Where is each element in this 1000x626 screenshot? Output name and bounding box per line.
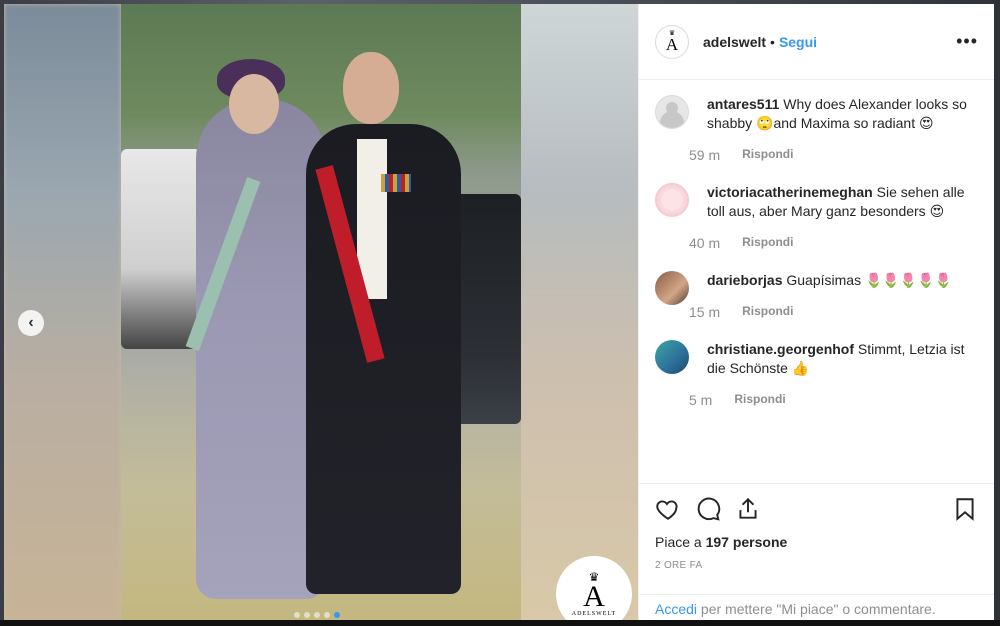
comment-username[interactable]: christiane.georgenhof xyxy=(707,341,854,357)
login-prompt: Accedi per mettere "Mi piace" o commenta… xyxy=(639,594,994,622)
comment-meta: 5 m Rispondi xyxy=(689,392,978,414)
follow-button[interactable]: Segui xyxy=(779,34,817,50)
post-date: 2 ORE FA xyxy=(655,560,703,571)
carousel-dot[interactable] xyxy=(304,612,310,618)
carousel-dots xyxy=(294,612,340,618)
photo-man-head xyxy=(343,52,399,124)
post-media[interactable]: ‹ ♛ A ADELSWELT xyxy=(4,4,638,622)
likes-prefix: Piace a xyxy=(655,534,706,550)
like-button[interactable] xyxy=(655,496,681,522)
comment-item: darieborjas Guapísimas 🌷🌷🌷🌷🌷 15 m Rispon… xyxy=(655,257,978,326)
comment-time[interactable]: 15 m xyxy=(689,304,720,320)
save-button[interactable] xyxy=(952,496,978,522)
post-header: ♛ A adelswelt • Segui ••• xyxy=(639,4,994,80)
comment-button[interactable] xyxy=(695,496,721,522)
comment-avatar[interactable] xyxy=(655,271,689,305)
likes-count[interactable]: Piace a 197 persone xyxy=(655,534,978,550)
carousel-dot[interactable] xyxy=(294,612,300,618)
comment-time[interactable]: 40 m xyxy=(689,235,720,251)
reply-button[interactable]: Rispondi xyxy=(742,304,793,320)
header-separator: • xyxy=(770,33,775,50)
post-actions: Piace a 197 persone 2 ORE FA xyxy=(639,483,994,571)
watermark-logo: ♛ A ADELSWELT xyxy=(556,556,632,622)
comment-body: antares511 Why does Alexander looks so s… xyxy=(707,95,978,133)
share-icon xyxy=(739,497,757,519)
comment-username[interactable]: victoriacatherinemeghan xyxy=(707,184,873,200)
comment-time[interactable]: 59 m xyxy=(689,147,720,163)
comment-time[interactable]: 5 m xyxy=(689,392,712,408)
watermark-word: ADELSWELT xyxy=(571,611,617,617)
photo-car-right xyxy=(451,194,521,424)
login-prompt-text: per mettere "Mi piace" o commentare. xyxy=(697,601,936,617)
comment-username[interactable]: antares511 xyxy=(707,96,779,112)
carousel-dot[interactable] xyxy=(324,612,330,618)
carousel-prev-button[interactable]: ‹ xyxy=(18,310,44,336)
photo-car-left xyxy=(121,149,201,349)
photo-woman-head xyxy=(229,74,279,134)
more-options-button[interactable]: ••• xyxy=(956,31,978,52)
share-button[interactable] xyxy=(735,496,761,522)
comment-item: christiane.georgenhof Stimmt, Letzia ist… xyxy=(655,326,978,414)
reply-button[interactable]: Rispondi xyxy=(742,147,793,163)
comment-body: christiane.georgenhof Stimmt, Letzia ist… xyxy=(707,340,978,378)
media-blur-right xyxy=(521,4,638,622)
bookmark-icon xyxy=(956,498,974,521)
likes-number[interactable]: 197 persone xyxy=(706,534,788,550)
comment-meta: 15 m Rispondi xyxy=(689,304,952,326)
comment-item: victoriacatherinemeghan Sie sehen alle t… xyxy=(655,169,978,257)
comment-avatar[interactable] xyxy=(655,95,689,129)
comment-avatar[interactable] xyxy=(655,183,689,217)
carousel-dot[interactable] xyxy=(314,612,320,618)
chevron-left-icon: ‹ xyxy=(28,314,34,331)
comment-meta: 40 m Rispondi xyxy=(689,235,978,257)
action-icons-row xyxy=(655,494,978,524)
photo-medals xyxy=(381,174,411,192)
comment-body: darieborjas Guapísimas 🌷🌷🌷🌷🌷 xyxy=(707,271,952,290)
comment-item: antares511 Why does Alexander looks so s… xyxy=(655,81,978,169)
post-photo[interactable] xyxy=(121,4,521,622)
post-side-panel: ♛ A adelswelt • Segui ••• antares511 Why… xyxy=(638,4,994,622)
carousel-dot-active[interactable] xyxy=(334,612,340,618)
comment-body: victoriacatherinemeghan Sie sehen alle t… xyxy=(707,183,978,221)
reply-button[interactable]: Rispondi xyxy=(742,235,793,251)
comment-icon xyxy=(697,497,721,521)
comments-list[interactable]: antares511 Why does Alexander looks so s… xyxy=(639,81,994,483)
comment-text: Guapísimas 🌷🌷🌷🌷🌷 xyxy=(786,272,953,288)
heart-icon xyxy=(656,500,678,520)
comment-avatar[interactable] xyxy=(655,340,689,374)
account-avatar-letter: A xyxy=(665,35,679,54)
watermark-letter: A xyxy=(583,580,605,613)
post-modal: ‹ ♛ A ADELSWELT ♛ A adelswelt • Segui ••… xyxy=(4,4,994,622)
comment-username[interactable]: darieborjas xyxy=(707,272,782,288)
account-username[interactable]: adelswelt xyxy=(703,34,766,50)
backdrop-bottom-strip xyxy=(0,620,1000,626)
reply-button[interactable]: Rispondi xyxy=(734,392,785,408)
login-link[interactable]: Accedi xyxy=(655,601,697,617)
comment-meta: 59 m Rispondi xyxy=(689,147,978,169)
account-avatar[interactable]: ♛ A xyxy=(655,24,689,59)
